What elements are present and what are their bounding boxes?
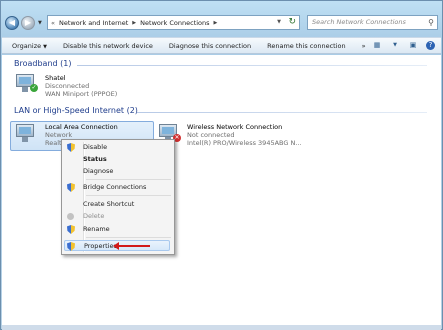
explorer-window: ◀ ▶ ▼ « Network and Internet ▶ Network C…	[0, 0, 443, 330]
menu-item-create-shortcut[interactable]: Create Shortcut	[83, 199, 134, 210]
menu-item-diagnose[interactable]: Diagnose	[83, 166, 113, 177]
menu-separator	[86, 179, 171, 180]
annotation-arrow	[113, 242, 150, 250]
uac-shield-icon	[67, 143, 75, 152]
connection-name[interactable]: Shatel	[45, 74, 66, 82]
group-divider	[77, 65, 427, 66]
connection-name[interactable]: Local Area Connection	[45, 123, 118, 131]
refresh-icon[interactable]: ↻	[288, 17, 296, 27]
connected-check-icon: ✓	[30, 84, 38, 92]
connection-device: WAN Miniport (PPPOE)	[45, 90, 118, 98]
back-arrow-icon[interactable]: ◀	[5, 16, 19, 30]
address-bar[interactable]: « Network and Internet ▶ Network Connect…	[47, 15, 300, 30]
network-adapter-icon[interactable]: ✓	[16, 74, 38, 94]
menu-item-properties-label: Properties	[84, 242, 117, 250]
recent-pages-dropdown-icon[interactable]: ▼	[38, 20, 42, 26]
chevron-down-icon: ▼	[43, 43, 47, 50]
connection-status: Disconnected	[45, 82, 90, 90]
organize-label: Organize	[12, 41, 42, 50]
more-commands-button[interactable]: »	[362, 42, 366, 50]
menu-separator	[86, 195, 171, 196]
search-input[interactable]: Search Network Connections ⚲	[307, 15, 438, 30]
connection-status: Network	[45, 131, 73, 139]
context-menu: Disable Status Diagnose Bridge Connectio…	[61, 139, 175, 255]
change-view-icon[interactable]: ▦	[372, 41, 382, 50]
delete-icon	[67, 213, 74, 220]
network-adapter-icon[interactable]	[16, 124, 38, 144]
search-placeholder: Search Network Connections	[312, 18, 406, 26]
rename-connection-button[interactable]: Rename this connection	[267, 42, 345, 50]
connection-status: Not connected	[187, 131, 235, 139]
disable-device-button[interactable]: Disable this network device	[63, 42, 153, 50]
organize-button[interactable]: Organize ▼	[12, 42, 47, 50]
preview-pane-icon[interactable]: ▣	[408, 41, 418, 50]
menu-item-rename[interactable]: Rename	[83, 224, 110, 235]
uac-shield-icon	[67, 183, 75, 192]
group-divider	[137, 112, 427, 113]
search-icon[interactable]: ⚲	[428, 16, 434, 29]
breadcrumb-network-and-internet[interactable]: Network and Internet	[59, 19, 128, 27]
group-header-lan[interactable]: LAN or High-Speed Internet (2)	[14, 106, 138, 115]
uac-shield-icon	[67, 225, 75, 234]
forward-arrow-icon[interactable]: ▶	[21, 16, 35, 30]
help-icon[interactable]: ?	[426, 41, 435, 50]
menu-item-disable[interactable]: Disable	[83, 142, 107, 153]
navigation-bar: ◀ ▶ ▼ « Network and Internet ▶ Network C…	[5, 15, 438, 33]
address-dropdown-icon[interactable]: ▼	[277, 19, 281, 25]
group-header-broadband[interactable]: Broadband (1)	[14, 59, 71, 68]
breadcrumb-network-connections[interactable]: Network Connections	[140, 19, 209, 27]
view-dropdown-icon[interactable]: ▼	[390, 41, 400, 50]
menu-item-delete: Delete	[83, 212, 105, 220]
connection-name[interactable]: Wireless Network Connection	[187, 123, 282, 131]
breadcrumb-separator-icon[interactable]: ▶	[132, 20, 136, 26]
menu-separator	[86, 237, 171, 238]
command-toolbar: Organize ▼ Disable this network device Di…	[2, 37, 441, 54]
connection-device: Intel(R) PRO/Wireless 3945ABG N...	[187, 139, 302, 147]
window-bottom-edge	[2, 325, 441, 330]
menu-item-bridge-connections[interactable]: Bridge Connections	[83, 182, 146, 193]
folder-icon: «	[51, 18, 55, 27]
menu-item-status[interactable]: Status	[83, 154, 107, 165]
diagnose-connection-button[interactable]: Diagnose this connection	[169, 42, 251, 50]
breadcrumb-separator-icon[interactable]: ▶	[214, 20, 218, 26]
